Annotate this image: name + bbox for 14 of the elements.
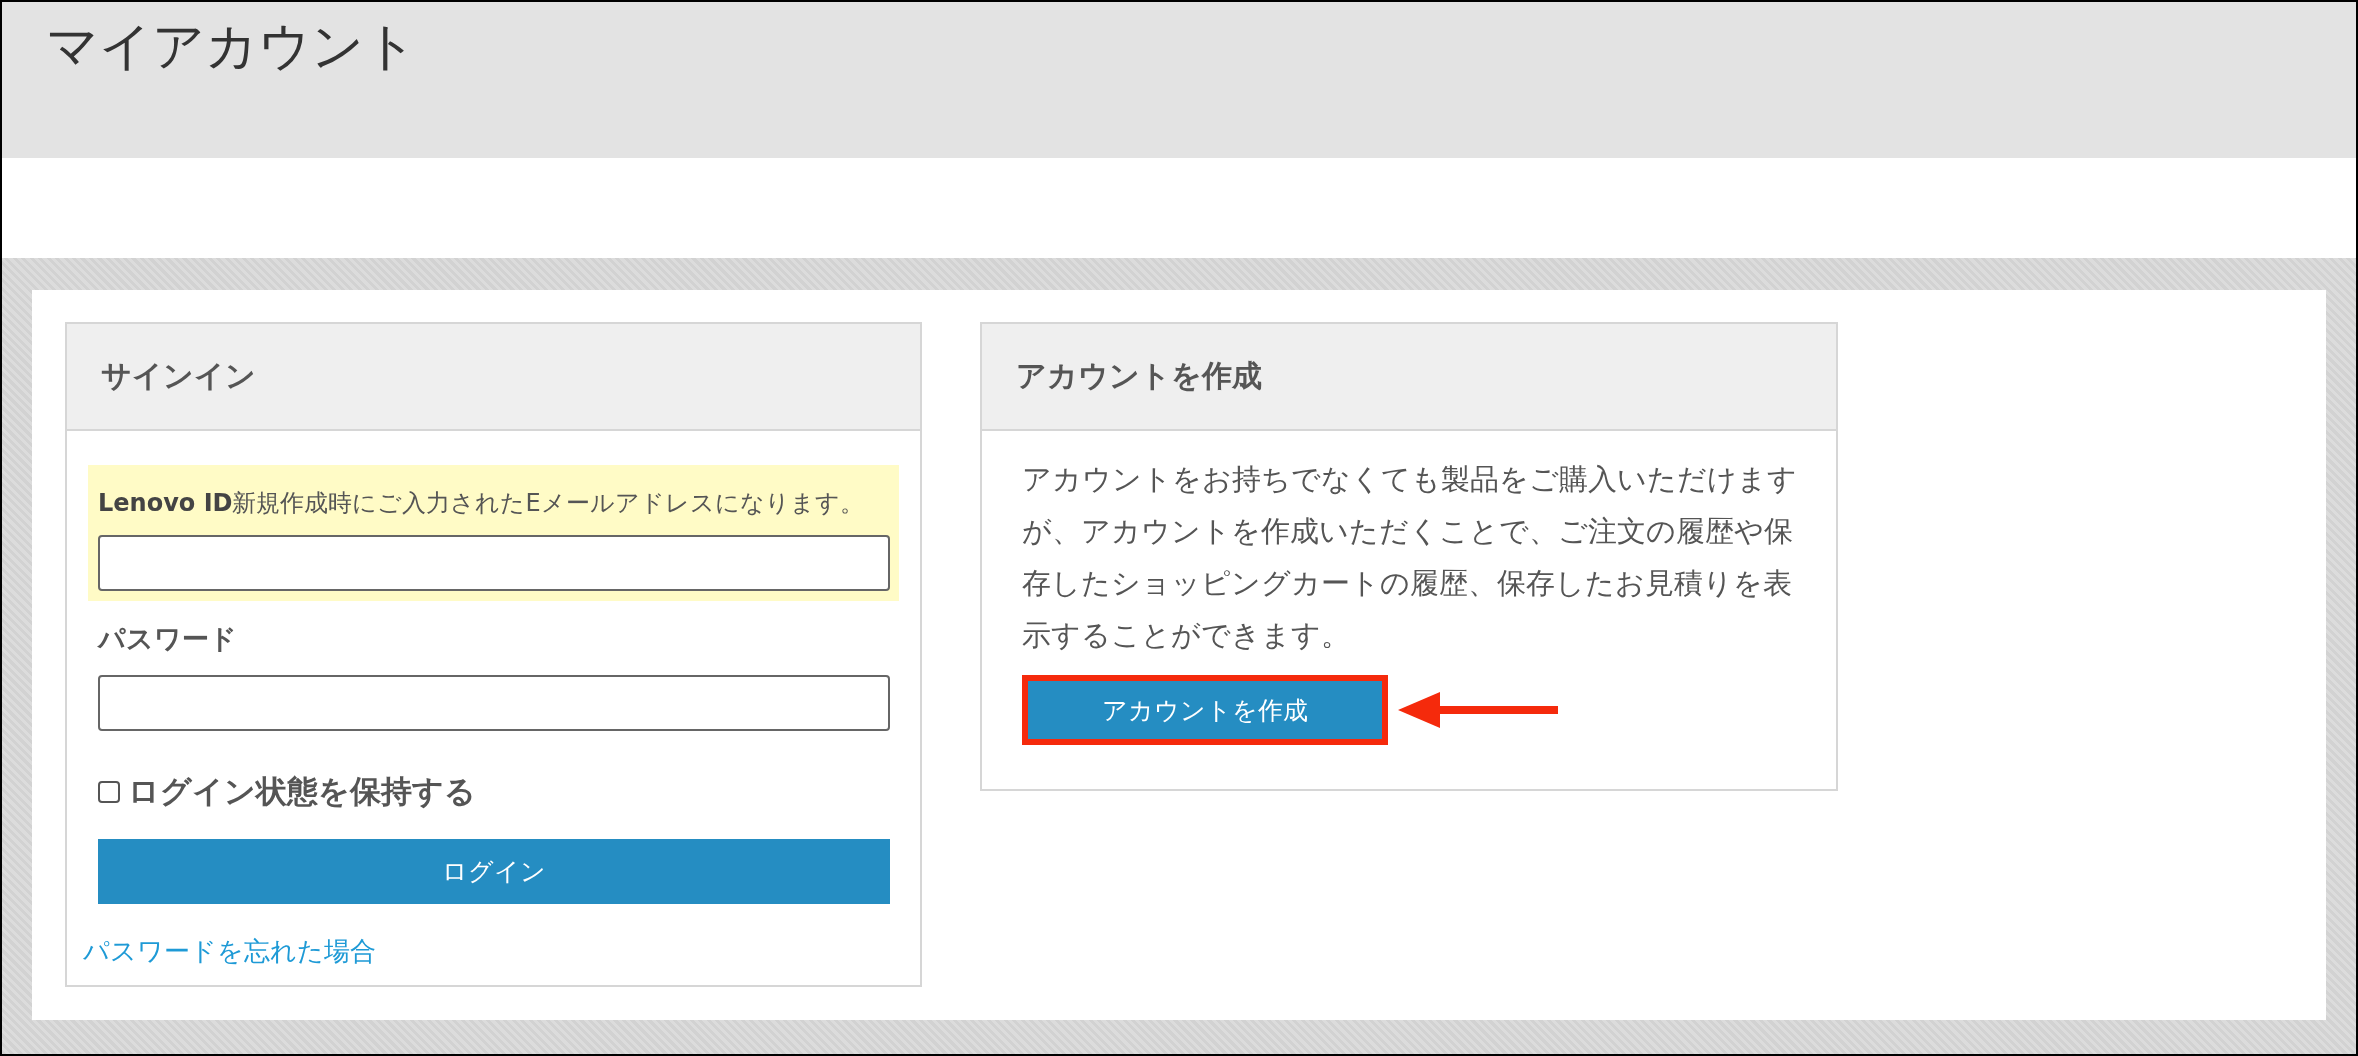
password-field[interactable] (98, 675, 890, 731)
arrow-icon (1398, 692, 1558, 728)
page-title: マイアカウント (46, 15, 417, 78)
input-field[interactable] (98, 535, 890, 591)
checkbox-label: ログイン状態を保持する (128, 772, 476, 811)
create-account-button[interactable]: アカウントを作成 (1022, 675, 1388, 745)
field-label: パスワード (98, 622, 237, 656)
card-title: サインイン (101, 357, 256, 395)
login-button[interactable]: ログイン (98, 839, 890, 904)
description-text: アカウントをお持ちでなくても製品をご購入いただけますが、アカウントを作成いただくことで、ご注文の履歴や保存したショッピングカートの履歴、保存したお見積りを表示することができます。 (1022, 461, 1798, 654)
forgot-password-link[interactable]: パスワードを忘れた場合 (83, 934, 376, 969)
card-title: アカウントを作成 (1016, 357, 1262, 395)
checkbox[interactable] (98, 781, 120, 803)
field-label: Lenovo ID新規作成時にご入力されたEメールアドレスになります。 (98, 488, 864, 519)
